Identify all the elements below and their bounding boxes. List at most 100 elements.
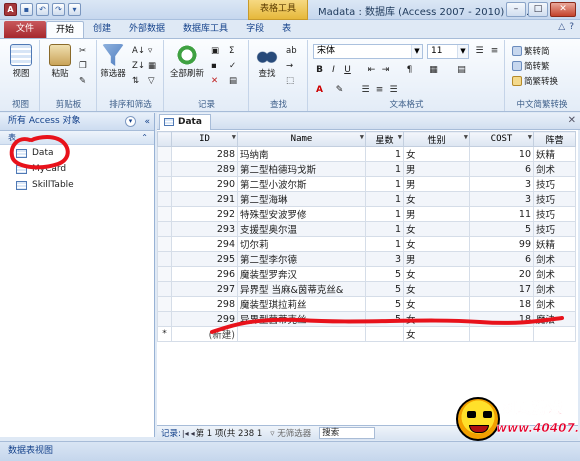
save-icon[interactable]: ▪ (20, 3, 33, 16)
cell-name[interactable]: 第二型柏德玛戈斯 (237, 161, 366, 177)
sort-ascending-icon[interactable]: A↓ (132, 44, 145, 57)
bold-icon[interactable]: B (313, 64, 326, 77)
cell-cost[interactable] (469, 326, 534, 342)
cell-id[interactable]: 292 (171, 206, 238, 222)
shutter-bar-icon[interactable]: « (144, 114, 150, 131)
select-all-corner[interactable] (157, 131, 172, 147)
cell-name[interactable]: 支援型奥尔温 (237, 221, 366, 237)
cell-camp[interactable] (533, 326, 576, 342)
chevron-down-icon[interactable]: ▼ (360, 133, 364, 141)
refresh-all-button[interactable]: 全部刷新 (167, 42, 207, 92)
cell-cost[interactable]: 3 (469, 191, 534, 207)
row-selector[interactable] (157, 191, 172, 207)
table-row[interactable]: 298 魔装型琪拉莉丝 5 女 18 剑术 (157, 296, 576, 312)
column-header-gender[interactable]: 性别 ▼ (403, 131, 470, 147)
cell-stars[interactable]: 5 (365, 296, 404, 312)
cell-gender[interactable]: 女 (403, 221, 470, 237)
row-selector[interactable] (157, 146, 172, 162)
cell-id[interactable]: 295 (171, 251, 238, 267)
first-record-icon[interactable]: |◂ (182, 429, 189, 438)
cell-camp[interactable]: 技巧 (533, 176, 576, 192)
font-color-icon[interactable]: A (313, 84, 326, 97)
simp-trad-convert-button[interactable]: 简繁转换 (512, 74, 558, 87)
close-icon[interactable]: ✕ (550, 2, 576, 17)
cell-camp[interactable]: 剑术 (533, 266, 576, 282)
cell-gender[interactable]: 男 (403, 206, 470, 222)
cell-id[interactable]: 296 (171, 266, 238, 282)
indent-increase-icon[interactable]: ⇥ (379, 64, 392, 77)
access-app-icon[interactable]: A (4, 3, 17, 16)
cell-stars[interactable]: 5 (365, 311, 404, 327)
save-record-icon[interactable]: ▪ (211, 59, 217, 72)
cell-gender[interactable]: 女 (403, 266, 470, 282)
no-filter-indicator[interactable]: ▿ 无筛选器 (270, 427, 311, 439)
cell-cost[interactable]: 18 (469, 311, 534, 327)
chevron-down-icon[interactable]: ▼ (528, 133, 532, 141)
new-record-row[interactable]: * (新建) 女 (157, 326, 576, 342)
row-selector[interactable] (157, 251, 172, 267)
cell-stars[interactable]: 1 (365, 176, 404, 192)
cell-gender[interactable]: 男 (403, 176, 470, 192)
cell-camp[interactable]: 技巧 (533, 221, 576, 237)
row-selector[interactable] (157, 266, 172, 282)
row-selector[interactable] (157, 296, 172, 312)
column-header-stars[interactable]: 星数 ▼ (365, 131, 404, 147)
row-selector[interactable] (157, 221, 172, 237)
align-left-icon[interactable]: ☰ (359, 84, 372, 97)
redo-icon[interactable]: ↷ (52, 3, 65, 16)
delete-record-icon[interactable]: ✕ (211, 74, 218, 87)
cell-camp[interactable]: 剑术 (533, 281, 576, 297)
cell-id[interactable]: 291 (171, 191, 238, 207)
cell-camp[interactable]: 技巧 (533, 206, 576, 222)
minimize-icon[interactable]: – (506, 2, 526, 17)
align-right-icon[interactable]: ☰ (387, 84, 400, 97)
cell-cost[interactable]: 17 (469, 281, 534, 297)
chevron-down-icon[interactable]: ▾ (125, 116, 136, 127)
cell-id[interactable]: 289 (171, 161, 238, 177)
cell-name[interactable]: 第二型海琳 (237, 191, 366, 207)
column-header-id[interactable]: ID ▼ (171, 131, 238, 147)
totals-icon[interactable]: Σ (229, 44, 234, 57)
cell-name[interactable]: 切尔莉 (237, 236, 366, 252)
table-row[interactable]: 291 第二型海琳 1 女 3 技巧 (157, 191, 576, 207)
row-selector[interactable] (157, 176, 172, 192)
spelling-icon[interactable]: ✓ (229, 59, 236, 72)
cell-id[interactable]: 299 (171, 311, 238, 327)
align-center-icon[interactable]: ≡ (373, 84, 386, 97)
cell-id[interactable]: 288 (171, 146, 238, 162)
cell-gender[interactable]: 女 (403, 146, 470, 162)
row-selector[interactable] (157, 281, 172, 297)
goto-icon[interactable]: → (286, 59, 293, 72)
table-row[interactable]: 289 第二型柏德玛戈斯 1 男 6 剑术 (157, 161, 576, 177)
row-selector[interactable] (157, 236, 172, 252)
cell-camp[interactable]: 剑术 (533, 251, 576, 267)
cell-stars[interactable]: 1 (365, 221, 404, 237)
nav-item-skilltable[interactable]: SkillTable (0, 177, 154, 193)
document-tab-data[interactable]: Data (159, 114, 211, 130)
tab-fields[interactable]: 字段 (237, 21, 273, 38)
navpane-section-tables[interactable]: 表 ⌃ (0, 131, 154, 145)
filter-button[interactable]: 筛选器 (98, 42, 128, 92)
indent-decrease-icon[interactable]: ⇤ (365, 64, 378, 77)
tab-create[interactable]: 创建 (84, 21, 120, 38)
find-button[interactable]: 查找 (252, 42, 282, 92)
advanced-filter-icon[interactable]: ▦ (148, 59, 156, 72)
nav-item-mycard[interactable]: MyCard (0, 161, 154, 177)
cell-stars[interactable]: 5 (365, 281, 404, 297)
cell-cost[interactable]: 5 (469, 221, 534, 237)
table-row[interactable]: 295 第二型李尔德 3 男 6 剑术 (157, 251, 576, 267)
cell-name[interactable]: 异界型 当麻&茵蒂克丝& (237, 281, 366, 297)
row-selector[interactable] (157, 161, 172, 177)
cell-camp[interactable]: 妖精 (533, 146, 576, 162)
tab-home[interactable]: 开始 (46, 21, 85, 38)
maximize-icon[interactable]: □ (528, 2, 548, 17)
underline-icon[interactable]: U (341, 64, 354, 77)
cell-cost[interactable]: 10 (469, 146, 534, 162)
paste-button[interactable]: 粘贴 (43, 42, 77, 92)
cell-id[interactable]: 294 (171, 236, 238, 252)
cell-gender[interactable]: 女 (403, 191, 470, 207)
cell-gender[interactable]: 男 (403, 251, 470, 267)
cell-id[interactable]: 293 (171, 221, 238, 237)
tab-external-data[interactable]: 外部数据 (120, 21, 174, 38)
cell-stars[interactable]: 1 (365, 206, 404, 222)
